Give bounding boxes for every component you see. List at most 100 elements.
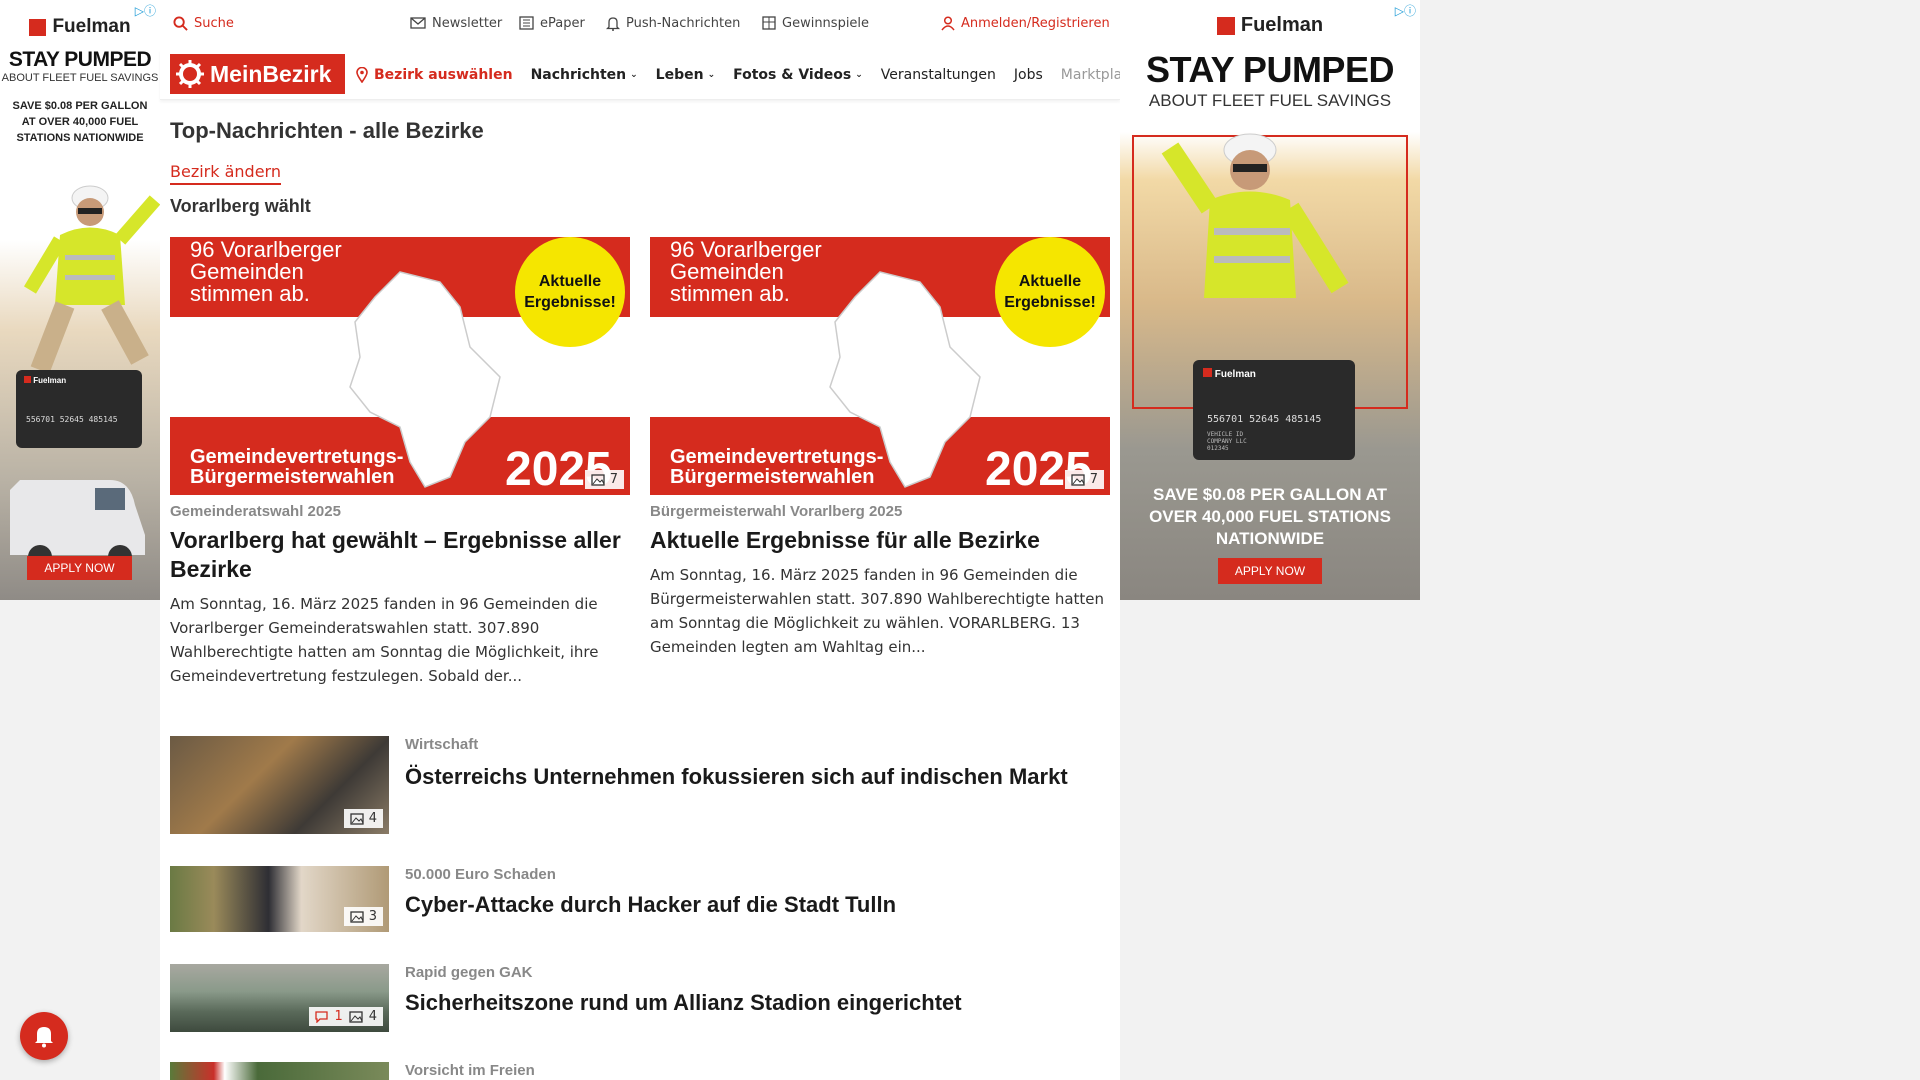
comment-icon bbox=[315, 1010, 329, 1023]
photo-count-badge: 4 bbox=[343, 809, 383, 828]
adchoices-icon[interactable]: ▷ⓘ bbox=[135, 2, 156, 19]
photo-count-badge: 1 4 bbox=[309, 1007, 383, 1026]
image-text-bottom: Gemeindevertretungs- und Bürgermeisterwa… bbox=[190, 446, 446, 488]
fuel-card-image: Fuelman 556701 52645 485145 VEHICLE ID C… bbox=[1193, 360, 1355, 460]
article-title[interactable]: Vorarlberg hat gewählt – Ergebnisse alle… bbox=[170, 526, 630, 584]
gewinnspiele-link[interactable]: Gewinnspiele bbox=[762, 16, 869, 31]
feature-image[interactable]: 96 Vorarlberger Gemeinden stimmen ab. Ak… bbox=[650, 237, 1110, 495]
article-thumbnail[interactable]: 4 bbox=[170, 736, 389, 834]
nav-item-nachrichten[interactable]: Nachrichten ⌄ bbox=[531, 67, 638, 83]
chevron-down-icon: ⌄ bbox=[707, 70, 716, 80]
right-apply-button[interactable]: APPLY NOW bbox=[1218, 558, 1322, 584]
ad-offer: SAVE $0.08 PER GALLON AT OVER 40,000 FUE… bbox=[1149, 485, 1391, 548]
search-link[interactable]: Suche bbox=[173, 16, 234, 31]
article-thumbnail[interactable]: 1 4 bbox=[170, 964, 389, 1032]
feature-image[interactable]: 96 Vorarlberger Gemeinden stimmen ab. Ak… bbox=[170, 237, 630, 495]
left-ad-banner[interactable]: ▷ⓘ Fuelman STAY PUMPED ABOUT FLEET FUEL … bbox=[0, 0, 160, 600]
photo-count: 3 bbox=[368, 909, 377, 924]
nav-item-jobs[interactable]: Jobs bbox=[1014, 67, 1043, 83]
article-thumbnail[interactable]: 3 bbox=[170, 866, 389, 932]
feature-article[interactable]: 96 Vorarlberger Gemeinden stimmen ab. Ak… bbox=[170, 237, 630, 688]
newsletter-label: Newsletter bbox=[432, 15, 503, 31]
user-icon bbox=[941, 15, 955, 30]
fuelman-logo-icon bbox=[29, 18, 47, 36]
article-title[interactable]: Cyber-Attacke durch Hacker auf die Stadt… bbox=[405, 890, 1105, 920]
adchoices-icon[interactable]: ▷ⓘ bbox=[1395, 2, 1416, 19]
gift-icon bbox=[762, 16, 776, 30]
image-text-top: 96 Vorarlberger Gemeinden stimmen ab. bbox=[670, 237, 822, 306]
article-title[interactable]: Aktuelle Ergebnisse für alle Bezirke bbox=[650, 526, 1110, 555]
gallery-icon bbox=[350, 910, 364, 923]
chevron-down-icon: ⌄ bbox=[630, 70, 638, 80]
worker-illustration bbox=[23, 185, 160, 374]
photo-count: 7 bbox=[1089, 472, 1098, 487]
image-text-top: 96 Vorarlberger Gemeinden stimmen ab. bbox=[190, 237, 342, 306]
region-select[interactable]: Bezirk auswählen bbox=[356, 67, 513, 83]
article-thumbnail[interactable] bbox=[170, 1062, 389, 1080]
mail-icon bbox=[410, 17, 426, 29]
nav-label: Fotos & Videos bbox=[733, 67, 852, 83]
epaper-link[interactable]: ePaper bbox=[519, 16, 585, 31]
meinbezirk-logo[interactable]: MeinBezirk bbox=[170, 54, 345, 94]
image-badge: Aktuelle Ergebnisse! bbox=[995, 237, 1105, 347]
nav-item-leben[interactable]: Leben ⌄ bbox=[656, 67, 715, 83]
card-brand-text: Fuelman bbox=[33, 376, 67, 385]
logo-text: MeinBezirk bbox=[210, 60, 332, 87]
ad-brand-text: Fuelman bbox=[52, 16, 131, 37]
left-apply-button[interactable]: APPLY NOW bbox=[27, 556, 132, 580]
gallery-icon bbox=[591, 473, 605, 486]
list-item[interactable]: Vorsicht im Freien bbox=[170, 1062, 1110, 1080]
gallery-icon bbox=[1071, 473, 1085, 486]
newspaper-icon bbox=[519, 16, 534, 30]
photo-count: 4 bbox=[368, 1009, 377, 1024]
list-item[interactable]: 3 50.000 Euro Schaden Cyber-Attacke durc… bbox=[170, 866, 1110, 932]
gallery-icon bbox=[349, 1010, 363, 1023]
card-line: 012345 bbox=[1207, 445, 1229, 452]
card-details: VEHICLE ID COMPANY LLC 012345 bbox=[1207, 431, 1355, 452]
newsletter-link[interactable]: Newsletter bbox=[410, 16, 502, 31]
image-text-bottom: Gemeindevertretungs- und Bürgermeisterwa… bbox=[670, 446, 926, 488]
right-ad-banner[interactable]: ▷ⓘ Fuelman STAY PUMPED ABOUT FLEET FUEL … bbox=[1120, 0, 1420, 600]
location-pin-icon bbox=[356, 67, 368, 83]
nav-label: Jobs bbox=[1013, 67, 1043, 83]
nav-item-fotos-videos[interactable]: Fotos & Videos ⌄ bbox=[733, 67, 863, 83]
nav-label: Nachrichten bbox=[530, 67, 627, 83]
photo-count-badge: 3 bbox=[343, 907, 383, 926]
ad-subline: ABOUT FLEET FUEL SAVINGS bbox=[1148, 91, 1392, 110]
nav-label: Veranstaltungen bbox=[880, 67, 996, 83]
ad-subline: ABOUT FLEET FUEL SAVINGS bbox=[1, 72, 159, 84]
search-label: Suche bbox=[194, 15, 234, 31]
list-item[interactable]: 1 4 Rapid gegen GAK Sicherheitszone rund… bbox=[170, 964, 1110, 1032]
nav-label: Leben bbox=[655, 67, 704, 83]
photo-count: 4 bbox=[368, 811, 377, 826]
fuel-card-image: Fuelman 556701 52645 485145 bbox=[16, 370, 142, 448]
comment-count: 1 bbox=[334, 1009, 343, 1024]
search-icon bbox=[173, 15, 188, 31]
epaper-label: ePaper bbox=[540, 15, 585, 31]
card-line: VEHICLE ID bbox=[1207, 431, 1244, 438]
login-link[interactable]: Anmelden/Registrieren bbox=[941, 16, 1110, 31]
article-category: Rapid gegen GAK bbox=[405, 964, 533, 981]
card-brand-text: Fuelman bbox=[1214, 369, 1256, 380]
notification-bell-button[interactable] bbox=[20, 1012, 68, 1060]
ad-offer: SAVE $0.08 PER GALLON AT OVER 40,000 FUE… bbox=[12, 100, 148, 144]
page-root: ▷ⓘ Fuelman STAY PUMPED ABOUT FLEET FUEL … bbox=[0, 0, 1920, 1080]
change-region-link[interactable]: Bezirk ändern bbox=[170, 162, 281, 185]
article-title[interactable]: Österreichs Unternehmen fokussieren sich… bbox=[405, 762, 1105, 792]
photo-count-badge: 7 bbox=[584, 470, 624, 489]
push-notifications-link[interactable]: Push-Nachrichten bbox=[606, 16, 740, 31]
list-item[interactable]: 4 Wirtschaft Österreichs Unternehmen fok… bbox=[170, 736, 1110, 836]
nav-links: Bezirk auswählen Nachrichten ⌄ Leben ⌄ Fot… bbox=[356, 50, 1153, 100]
worker-illustration bbox=[1161, 133, 1349, 298]
ad-brand-logo: Fuelman bbox=[1120, 14, 1420, 37]
photo-count: 7 bbox=[609, 472, 618, 487]
nav-item-veranstaltungen[interactable]: Veranstaltungen bbox=[881, 67, 996, 83]
card-line: COMPANY LLC bbox=[1207, 438, 1247, 445]
top-utility-bar: Suche Newsletter ePaper Push-Nachrichten… bbox=[160, 0, 1120, 46]
feature-article[interactable]: 96 Vorarlberger Gemeinden stimmen ab. Ak… bbox=[650, 237, 1110, 659]
article-title[interactable]: Sicherheitszone rund um Allianz Stadion … bbox=[405, 988, 1105, 1018]
article-category: Wirtschaft bbox=[405, 736, 479, 753]
article-category: Vorsicht im Freien bbox=[405, 1062, 535, 1079]
article-teaser: Am Sonntag, 16. März 2025 fanden in 96 G… bbox=[170, 595, 599, 685]
ad-headline: STAY PUMPED bbox=[8, 48, 152, 71]
